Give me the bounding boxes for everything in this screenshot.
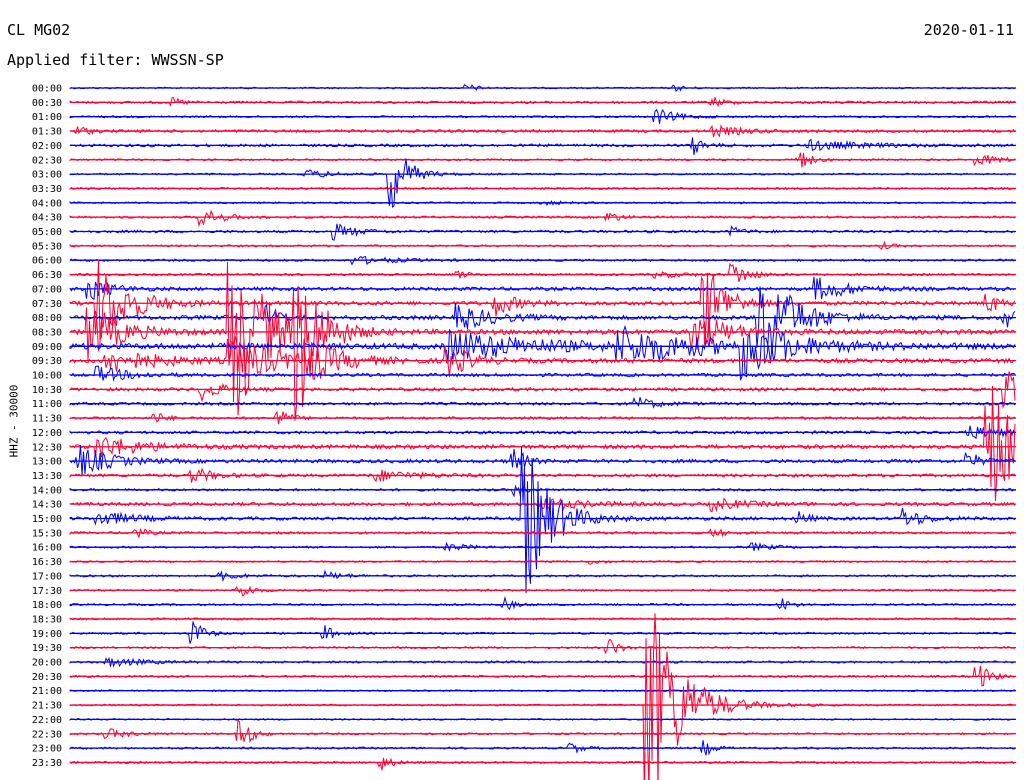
time-tick-label: 20:30 (32, 672, 62, 683)
time-tick-label: 12:30 (32, 442, 62, 453)
time-tick-label: 00:00 (32, 84, 62, 95)
trace-line (69, 719, 1016, 744)
time-tick-label: 15:00 (32, 514, 62, 525)
trace-line (69, 262, 1016, 283)
time-tick-label: 14:30 (32, 500, 62, 511)
trace-line (69, 621, 1016, 644)
time-tick-label: 19:00 (32, 629, 62, 640)
time-tick-label: 11:00 (32, 399, 62, 410)
time-tick-label: 01:30 (32, 127, 62, 138)
time-tick-label: 20:00 (32, 658, 62, 669)
seismogram-plot: 00:00 00:30 01:00 01:30 02:00 02:30 03:00 03:30… (32, 84, 1016, 780)
trace-line (69, 158, 1016, 208)
time-tick-label: 21:30 (32, 701, 62, 712)
trace-line (69, 209, 1016, 228)
time-tick-label: 03:30 (32, 184, 62, 195)
time-tick-label: 02:30 (32, 155, 62, 166)
time-tick-label: 23:30 (32, 758, 62, 769)
time-tick-label: 04:30 (32, 213, 62, 224)
trace-line (69, 396, 1016, 409)
time-tick-label: 00:30 (32, 98, 62, 109)
time-tick-label: 04:00 (32, 198, 62, 209)
time-tick-label: 21:00 (32, 686, 62, 697)
time-tick-label: 03:00 (32, 170, 62, 181)
time-tick-label: 06:30 (32, 270, 62, 281)
time-tick-label: 07:00 (32, 284, 62, 295)
time-tick-label: 01:00 (32, 112, 62, 123)
time-tick-label: 19:30 (32, 643, 62, 654)
time-tick-label: 10:30 (32, 385, 62, 396)
time-tick-label: 08:00 (32, 313, 62, 324)
time-tick-label: 09:00 (32, 342, 62, 353)
time-tick-label: 15:30 (32, 528, 62, 539)
trace-line (69, 96, 1016, 108)
trace-line (69, 447, 1016, 594)
time-tick-label: 06:00 (32, 256, 62, 267)
time-tick-label: 16:30 (32, 557, 62, 568)
trace-line (69, 484, 1016, 498)
time-tick-label: 22:30 (32, 729, 62, 740)
time-tick-label: 11:30 (32, 414, 62, 425)
trace-line (69, 365, 1016, 382)
trace-line (69, 613, 1016, 780)
time-tick-label: 13:00 (32, 457, 62, 468)
trace-line (69, 638, 1016, 655)
trace-line (69, 286, 1016, 364)
time-tick-label: 14:00 (32, 485, 62, 496)
time-tick-label: 16:00 (32, 543, 62, 554)
time-tick-label: 23:00 (32, 744, 62, 755)
trace-line (69, 324, 1016, 381)
trace-line (69, 137, 1016, 156)
time-tick-label: 07:30 (32, 299, 62, 310)
time-tick-label: 02:00 (32, 141, 62, 152)
trace-line (69, 757, 1016, 771)
trace-line (69, 585, 1016, 597)
trace-line (69, 595, 1016, 611)
time-tick-label: 18:00 (32, 600, 62, 611)
time-tick-label: 17:30 (32, 586, 62, 597)
time-tick-label: 05:30 (32, 241, 62, 252)
trace-line (69, 276, 1016, 301)
trace-line (69, 444, 1016, 476)
time-tick-label: 05:00 (32, 227, 62, 238)
time-tick-label: 18:30 (32, 614, 62, 625)
time-tick-label: 13:30 (32, 471, 62, 482)
time-tick-label: 17:00 (32, 571, 62, 582)
time-tick-label: 22:00 (32, 715, 62, 726)
time-tick-label: 08:30 (32, 327, 62, 338)
time-tick-label: 10:00 (32, 371, 62, 382)
time-tick-label: 12:00 (32, 428, 62, 439)
time-tick-label: 09:30 (32, 356, 62, 367)
